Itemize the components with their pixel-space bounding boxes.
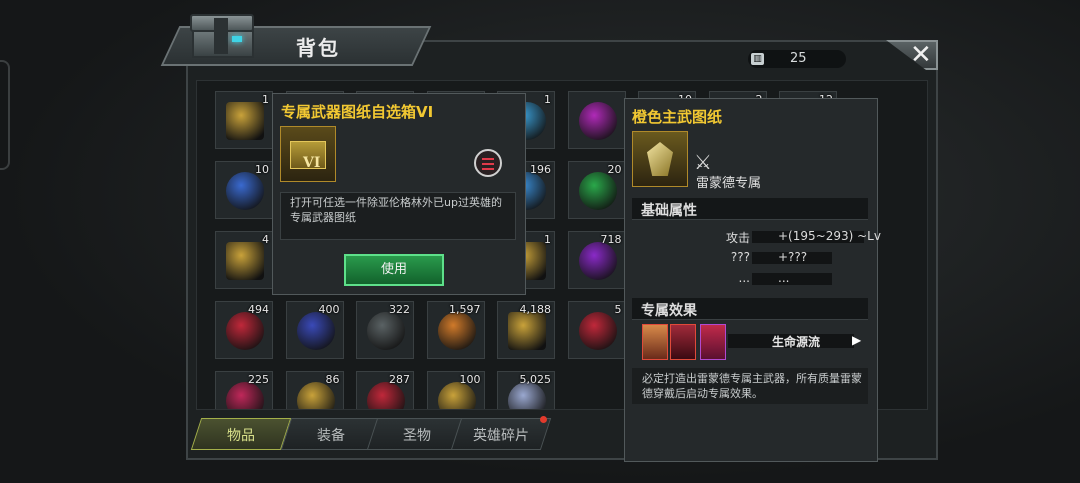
inventory-slot[interactable]: 400 bbox=[285, 301, 344, 359]
puzzle-icon bbox=[508, 312, 546, 350]
left-edge-handle bbox=[0, 60, 10, 170]
inventory-slot[interactable]: 494 bbox=[215, 301, 273, 359]
window-title: 背包 bbox=[296, 36, 340, 60]
core-icon bbox=[367, 312, 405, 350]
inventory-slot[interactable]: 86 bbox=[285, 371, 344, 409]
effect-description: 必定打造出雷蒙德专属主武器，所有质量雷蒙德穿戴后启动专属效果。 bbox=[642, 372, 862, 400]
item-count: 86 bbox=[325, 373, 340, 386]
inventory-slot[interactable]: 718 bbox=[567, 231, 626, 289]
inventory-slot[interactable]: 10 bbox=[215, 161, 273, 219]
gem-icon bbox=[437, 312, 476, 350]
tab-equipment-label[interactable]: 装备 bbox=[286, 425, 376, 445]
close-icon[interactable]: ✕ bbox=[910, 40, 932, 70]
blueprint-owner: 雷蒙德专属 bbox=[696, 176, 762, 191]
tab-items-label[interactable]: 物品 bbox=[196, 425, 286, 445]
ring-icon bbox=[578, 312, 617, 350]
notification-dot bbox=[540, 416, 547, 423]
orb-icon bbox=[367, 382, 405, 409]
item-count: 5,025 bbox=[519, 373, 552, 386]
item-count: 196 bbox=[530, 163, 551, 176]
popup-item-title: 专属武器图纸自选箱VI bbox=[281, 103, 434, 121]
inventory-slot[interactable]: 225 bbox=[215, 371, 273, 409]
crate-icon: VI bbox=[280, 126, 336, 182]
shirt-icon bbox=[226, 242, 264, 280]
item-count: 1 bbox=[262, 93, 269, 106]
use-button[interactable]: 使用 bbox=[344, 254, 444, 286]
blueprint-icon bbox=[632, 131, 688, 187]
crate-vi-icon bbox=[226, 102, 264, 140]
chip-icon bbox=[226, 312, 264, 350]
item-count: 494 bbox=[248, 303, 269, 316]
item-count: 4 bbox=[262, 233, 269, 246]
play-icon[interactable]: ▶ bbox=[852, 333, 861, 347]
inventory-slot[interactable]: 322 bbox=[356, 301, 414, 359]
inventory-slot[interactable]: 1,597 bbox=[426, 301, 485, 359]
attr-label: ... bbox=[738, 271, 750, 285]
list-icon[interactable] bbox=[474, 149, 502, 177]
ring-icon bbox=[578, 172, 617, 210]
tab-relics-label[interactable]: 圣物 bbox=[372, 425, 462, 445]
crate-tier: VI bbox=[303, 155, 321, 171]
inventory-slot[interactable]: 20 bbox=[567, 161, 626, 219]
gem-icon bbox=[437, 382, 476, 409]
exclusive-effect-title: 专属效果 bbox=[641, 303, 697, 319]
inventory-slot[interactable] bbox=[567, 91, 626, 149]
orb-icon bbox=[508, 382, 546, 409]
attr-label: 攻击 bbox=[725, 231, 750, 245]
inventory-slot[interactable]: 100 bbox=[426, 371, 485, 409]
gem-icon bbox=[578, 242, 617, 280]
inventory-slot[interactable]: 5 bbox=[567, 301, 626, 359]
attr-value: +(195~293) ~Lv bbox=[778, 229, 881, 243]
effect-name: 生命源流 bbox=[772, 335, 821, 349]
item-count: 5 bbox=[614, 303, 622, 316]
item-count: 322 bbox=[389, 303, 410, 316]
badge-icon bbox=[226, 172, 264, 210]
gem-icon bbox=[578, 102, 617, 140]
item-count: 225 bbox=[248, 373, 269, 386]
item-count: 20 bbox=[607, 163, 622, 176]
attr-value: +??? bbox=[778, 250, 808, 264]
attr-label: ??? bbox=[730, 250, 750, 264]
basic-attrs-title: 基础属性 bbox=[641, 203, 697, 219]
storage-icon: ▥ bbox=[751, 53, 764, 65]
item-count: 718 bbox=[600, 233, 622, 246]
inventory-slot[interactable]: 4 bbox=[215, 231, 273, 289]
item-count: 1 bbox=[544, 233, 551, 246]
coin-icon bbox=[296, 382, 335, 409]
attr-bar bbox=[752, 273, 832, 285]
inventory-slot[interactable]: 287 bbox=[356, 371, 414, 409]
shield-icon bbox=[296, 312, 335, 350]
inventory-slot[interactable]: 4,188 bbox=[497, 301, 555, 359]
crossed-swords-icon: ⚔ bbox=[694, 150, 712, 174]
capacity-value: 25 bbox=[790, 51, 807, 66]
item-count: 400 bbox=[318, 303, 340, 316]
inventory-slot[interactable]: 1 bbox=[215, 91, 273, 149]
tab-hero-shards-label[interactable]: 英雄碎片 bbox=[456, 425, 546, 445]
item-count: 1,597 bbox=[449, 303, 481, 316]
hero-portrait bbox=[670, 324, 696, 360]
item-count: 4,188 bbox=[519, 303, 552, 316]
pack-icon bbox=[226, 382, 264, 409]
item-count: 100 bbox=[459, 373, 481, 386]
popup-description: 打开可任选一件除亚伦格林外已up过英雄的专属武器图纸 bbox=[290, 196, 502, 224]
item-count: 1 bbox=[544, 93, 551, 106]
blueprint-title: 橙色主武图纸 bbox=[632, 108, 723, 126]
hero-portrait bbox=[700, 324, 726, 360]
item-count: 287 bbox=[389, 373, 410, 386]
attr-value: ... bbox=[778, 271, 790, 285]
hero-portrait bbox=[642, 324, 668, 360]
inventory-slot[interactable]: 5,025 bbox=[497, 371, 555, 409]
chest-icon bbox=[186, 12, 258, 60]
item-count: 10 bbox=[255, 163, 269, 176]
